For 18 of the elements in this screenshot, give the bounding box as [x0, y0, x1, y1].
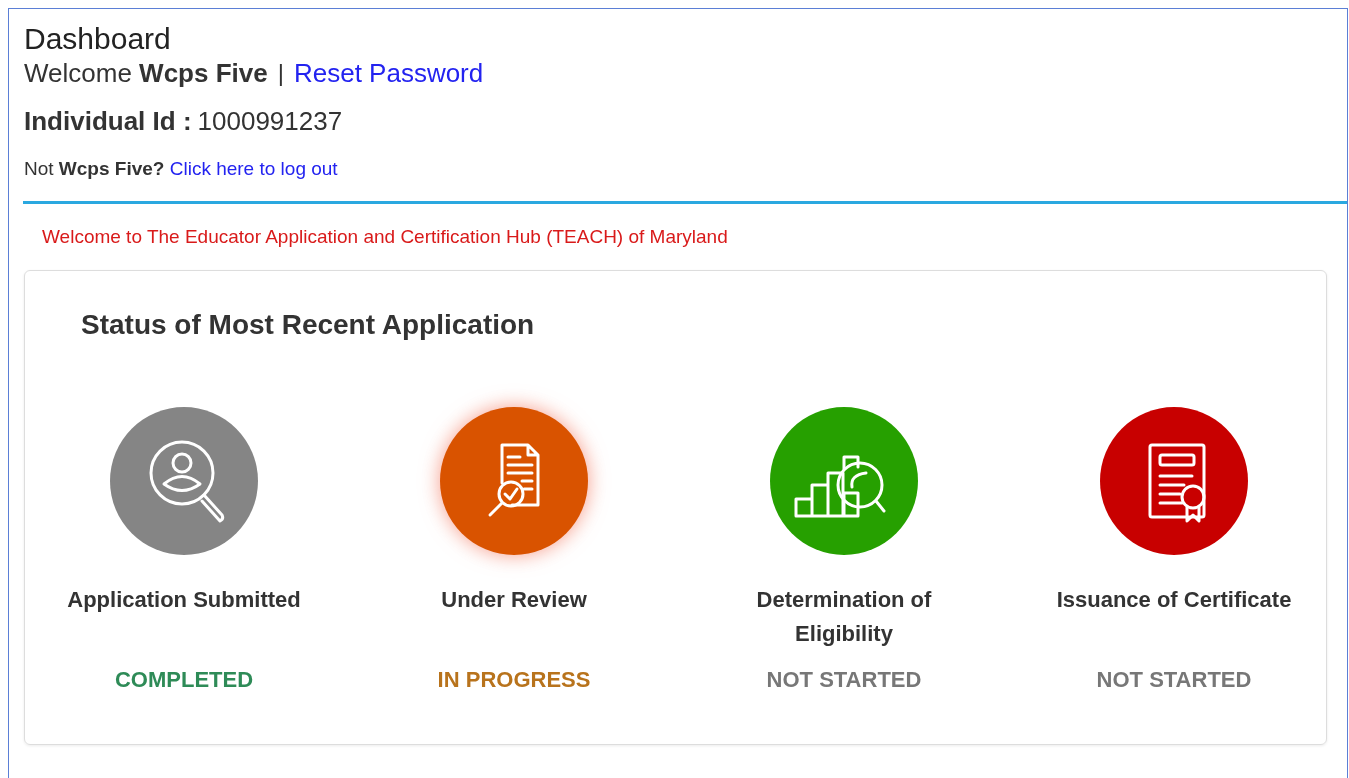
id-value: 1000991237 [197, 105, 343, 137]
card-title: Status of Most Recent Application [81, 309, 535, 341]
id-label: Individual Id : [24, 105, 192, 137]
step-label: Determination of Eligibility [755, 586, 933, 648]
step-label: Application Submitted [66, 586, 302, 614]
logout-link[interactable]: Click here to log out [169, 158, 338, 179]
reset-password-link[interactable]: Reset Password [293, 57, 484, 89]
logout-prompt: Not Wcps Five? Click here to log out [24, 157, 338, 181]
step-status: COMPLETED [114, 667, 254, 693]
separator: | [277, 58, 284, 88]
step-status: NOT STARTED [766, 667, 922, 693]
step-label: Issuance of Certificate [1055, 586, 1293, 614]
step-status: NOT STARTED [1096, 667, 1252, 693]
page-title: Dashboard [24, 21, 172, 57]
step-label: Under Review [440, 586, 588, 614]
welcome-message: Welcome to The Educator Application and Certification Hub (TEACH) of Maryland [42, 226, 728, 248]
step-status: IN PROGRESS [437, 667, 591, 693]
welcome-text: Welcome Wcps Five [24, 57, 268, 89]
